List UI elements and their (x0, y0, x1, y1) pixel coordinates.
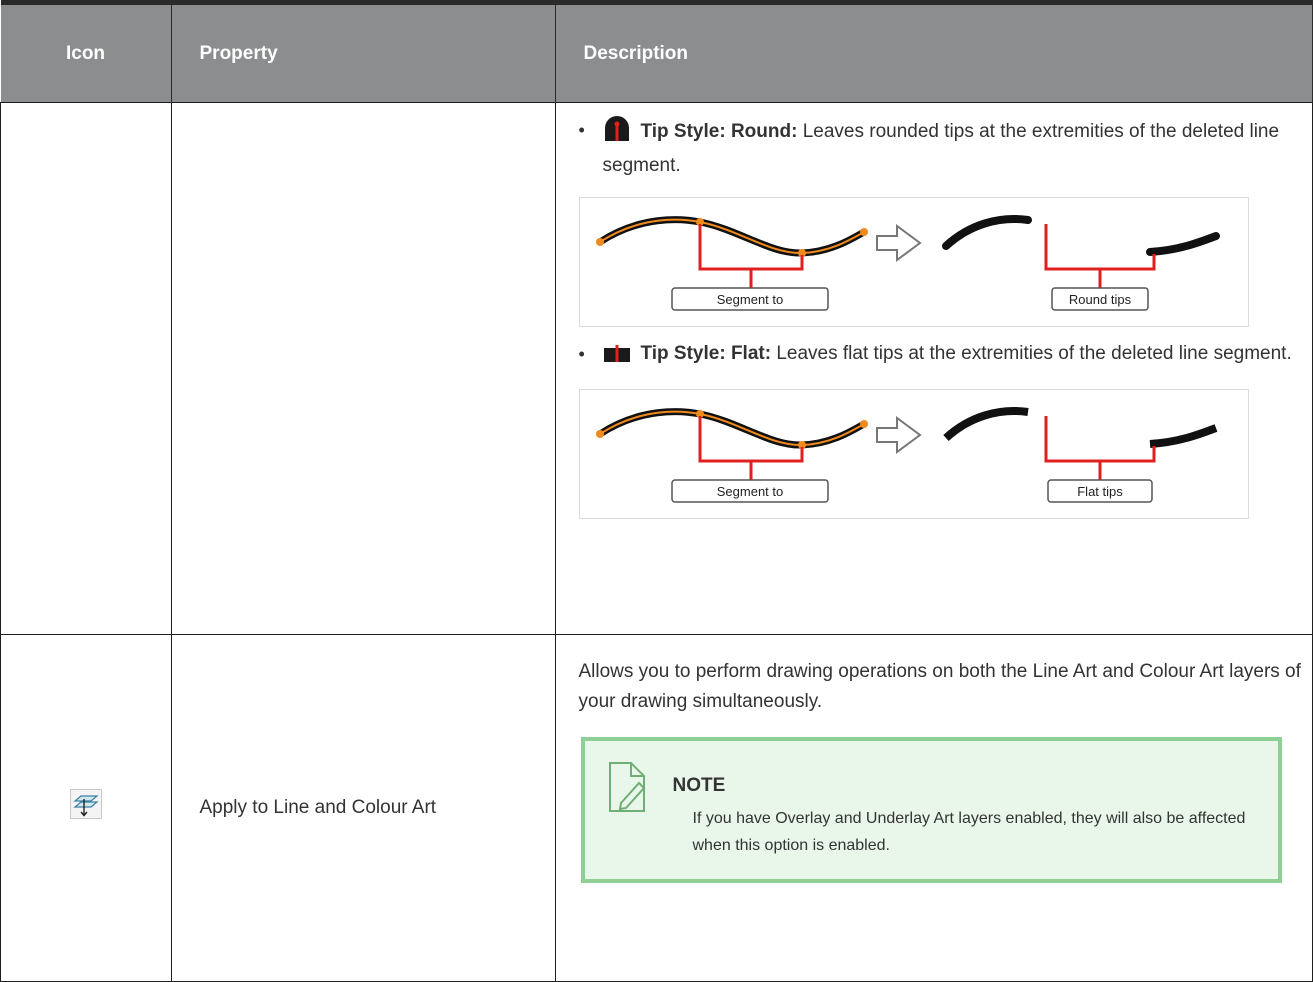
round-fig-right-label: Round tips (1068, 292, 1131, 307)
row1-property-cell (170, 102, 556, 635)
tip-flat-item: Tip Style: Flat: Leaves flat tips at the… (579, 339, 1313, 373)
row1-icon-cell (0, 102, 172, 635)
table-row: Apply to Line and Colour Art Allows you … (0, 634, 1313, 982)
flat-fig-left-label: Segment to (716, 484, 783, 499)
apply-description: Allows you to perform drawing operations… (578, 661, 1301, 712)
tip-round-figure: Segment to Round tips (578, 197, 1249, 327)
apply-to-line-and-colour-icon (69, 788, 102, 819)
apply-line-colour-property: Apply to Line and Colour Art (199, 797, 437, 818)
header-row: Icon Property Description (0, 0, 1313, 103)
properties-table: Icon Property Description Tip Style: Rou… (0, 0, 1313, 982)
row2-icon-cell (0, 634, 172, 982)
header-property: Property (171, 0, 556, 103)
tip-flat-text: Leaves flat tips at the extremities of t… (771, 343, 1292, 364)
tip-round-item: Tip Style: Round: Leaves rounded tips at… (579, 115, 1313, 181)
header-icon: Icon (0, 0, 172, 103)
tip-round-icon (603, 115, 631, 151)
header-description: Description (555, 0, 1313, 103)
round-fig-left-label: Segment to (716, 292, 783, 307)
note-title: NOTE (672, 775, 726, 796)
tip-flat-label: Tip Style: Flat: (640, 343, 772, 364)
tip-flat-icon (603, 343, 631, 373)
row2-description-cell: Allows you to perform drawing operations… (554, 634, 1313, 982)
table-row: Tip Style: Round: Leaves rounded tips at… (0, 102, 1313, 635)
row1-description-cell: Tip Style: Round: Leaves rounded tips at… (554, 102, 1313, 635)
tip-flat-figure: Segment to Flat tips (578, 389, 1249, 519)
row2-property-cell: Apply to Line and Colour Art (170, 634, 556, 982)
note-box: NOTE If you have Overlay and Underlay Ar… (580, 737, 1282, 883)
note-icon (607, 761, 647, 823)
tip-round-label: Tip Style: Round: (640, 121, 798, 142)
flat-fig-right-label: Flat tips (1077, 484, 1123, 499)
note-text: If you have Overlay and Underlay Art lay… (692, 810, 1246, 854)
